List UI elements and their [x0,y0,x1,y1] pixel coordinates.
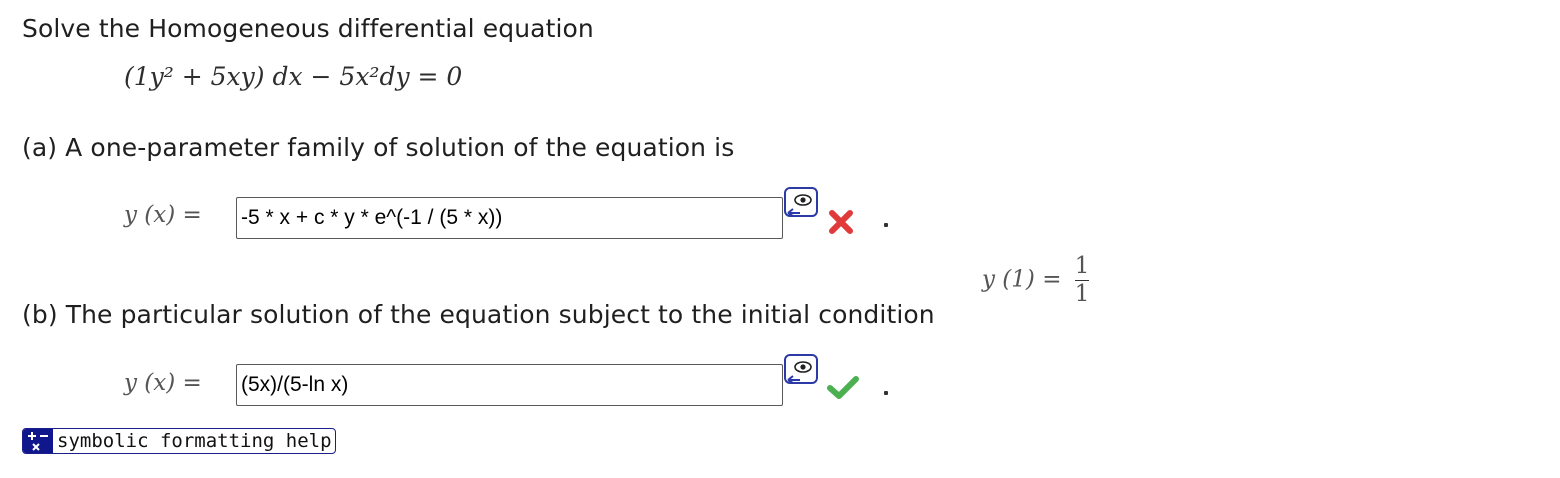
part-a-lhs: y (x) = [124,202,202,228]
check-mark-icon [827,376,859,399]
differential-equation: (1y² + 5xy) dx − 5x²dy = 0 [124,62,463,91]
part-b-preview-button[interactable] [784,354,818,384]
part-b-lhs: y (x) = [124,370,202,396]
eye-preview-icon [787,361,812,384]
symbolic-formatting-help-button[interactable]: symbolic formatting help [22,428,336,454]
part-a-answer-input[interactable] [236,197,783,239]
part-b-prompt: (b) The particular solution of the equat… [22,300,935,329]
initial-condition: y (1) = 1 1 [982,253,1090,307]
help-label: symbolic formatting help [57,430,332,452]
fraction-numerator: 1 [1074,253,1090,279]
part-a-prompt: (a) A one-parameter family of solution o… [22,133,735,162]
initial-condition-lhs: y (1) = [982,266,1062,293]
part-a-preview-button[interactable] [784,187,818,217]
part-a-period [884,223,888,227]
eye-preview-icon [787,194,812,217]
part-b-answer-input[interactable] [236,364,783,406]
problem-intro: Solve the Homogeneous differential equat… [22,14,594,43]
part-b-period [884,391,888,395]
initial-condition-fraction: 1 1 [1074,253,1090,307]
fraction-denominator: 1 [1074,281,1090,307]
plus-minus-times-icon [23,429,53,453]
x-mark-icon [829,210,853,234]
